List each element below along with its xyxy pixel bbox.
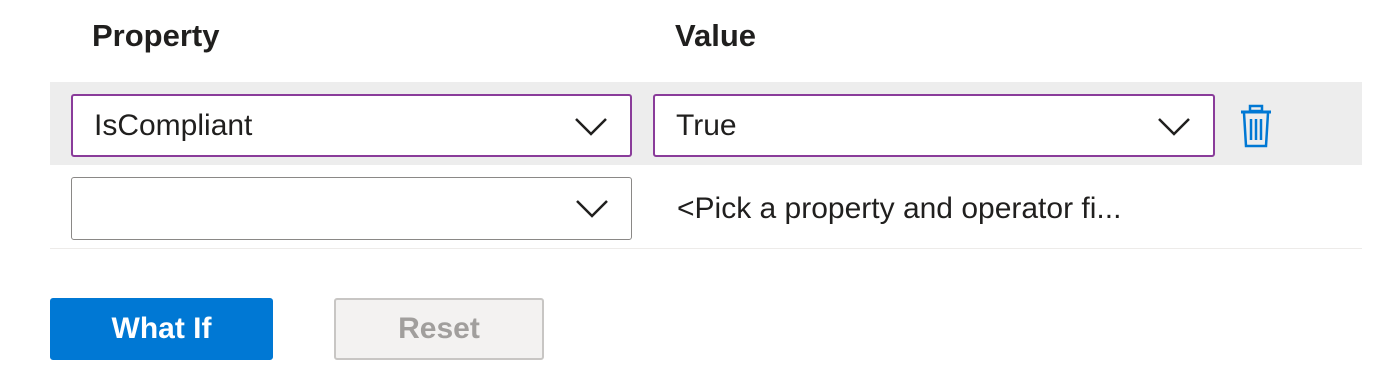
value-column-header: Value [675,18,756,53]
chevron-down-icon [576,200,608,218]
property-dropdown[interactable]: IsCompliant [71,94,632,157]
value-placeholder-text: <Pick a property and operator fi... [677,192,1122,225]
property-dropdown-value: IsCompliant [94,109,253,142]
property-column-header: Property [92,18,220,53]
reset-button[interactable]: Reset [334,298,544,360]
chevron-down-icon [575,118,607,136]
trash-icon[interactable] [1238,104,1274,148]
chevron-down-icon [1158,118,1190,136]
value-dropdown-value: True [676,109,737,142]
query-builder: Property Value IsCompliant True <Pick a … [0,0,1395,387]
what-if-button[interactable]: What If [50,298,273,360]
new-property-dropdown[interactable] [71,177,632,240]
value-dropdown[interactable]: True [653,94,1215,157]
